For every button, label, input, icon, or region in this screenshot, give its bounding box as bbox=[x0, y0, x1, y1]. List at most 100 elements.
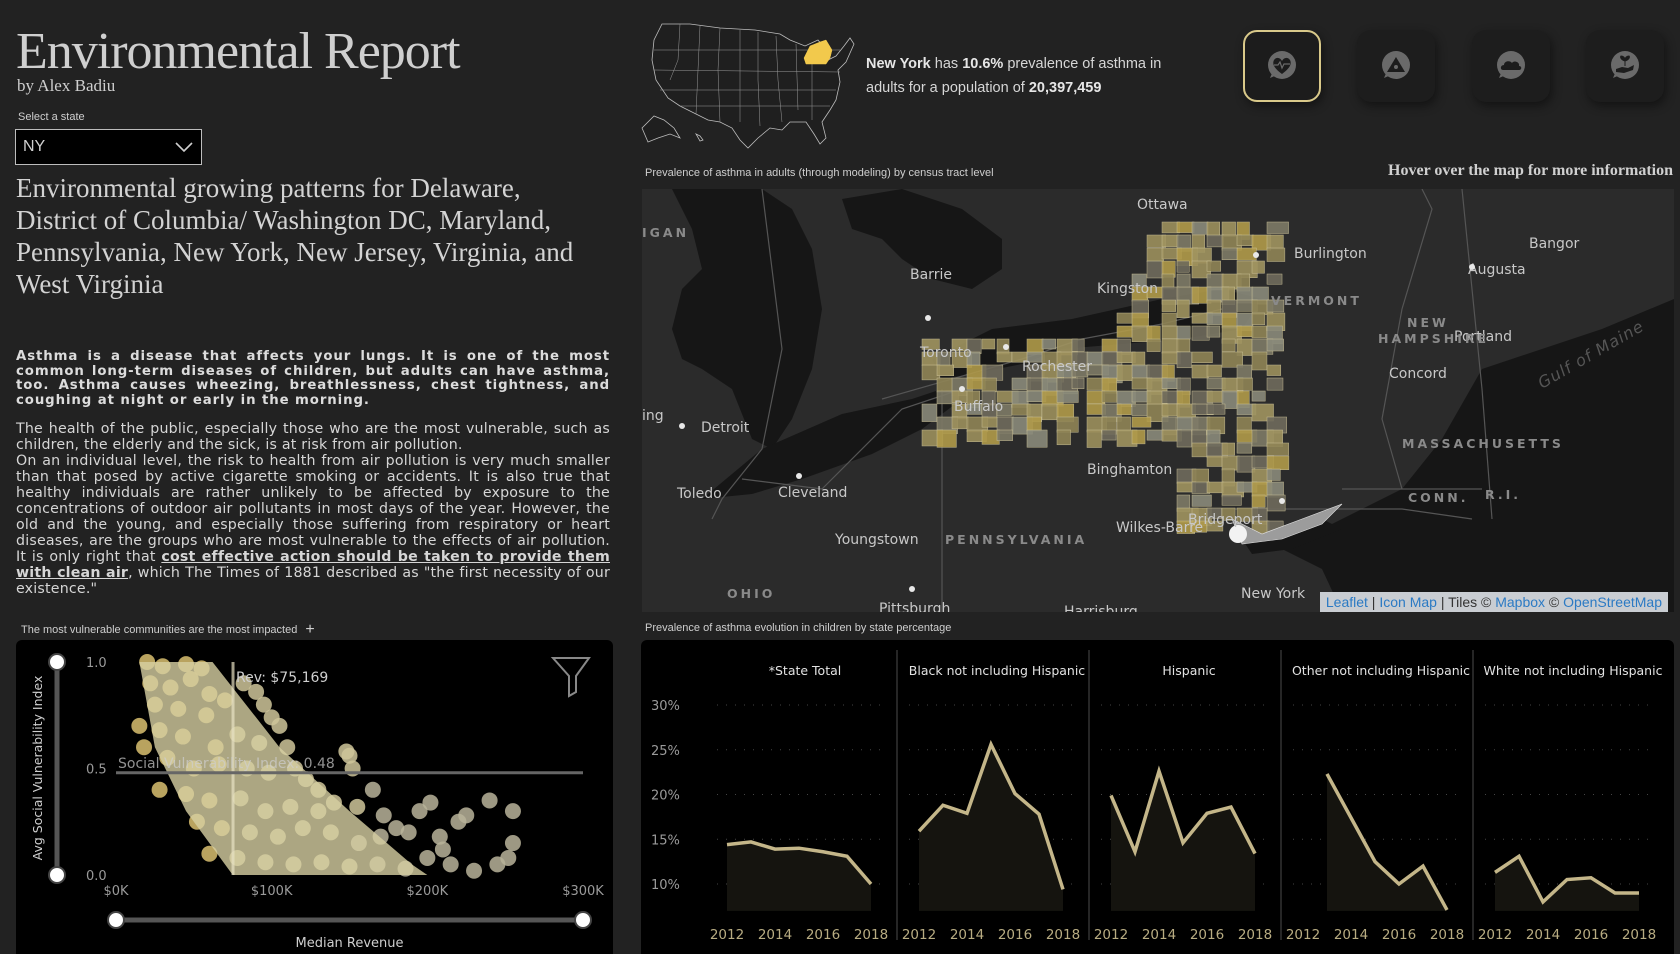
scatter-point[interactable] bbox=[136, 739, 153, 756]
census-tract[interactable] bbox=[1206, 364, 1222, 378]
openstreetmap-link[interactable]: OpenStreetMap bbox=[1563, 594, 1662, 610]
x-range-slider-handle[interactable] bbox=[107, 911, 125, 929]
environment-topic-button[interactable] bbox=[1586, 30, 1664, 102]
scatter-point[interactable] bbox=[458, 807, 475, 824]
census-tract[interactable] bbox=[1251, 351, 1268, 371]
census-tract[interactable] bbox=[1266, 247, 1286, 262]
census-tract[interactable] bbox=[1266, 468, 1281, 481]
census-tract[interactable] bbox=[1161, 234, 1179, 248]
line-chart-panel[interactable]: *State Total 2012 2014 2016 2018 bbox=[710, 663, 888, 943]
plus-icon[interactable]: + bbox=[305, 621, 314, 639]
census-tract[interactable] bbox=[1146, 429, 1164, 441]
small-multiples-line-chart[interactable]: 10% 15% 20% 25% 30% *State Total 2012 2014 2016 2… bbox=[641, 640, 1674, 954]
census-tract[interactable] bbox=[1191, 442, 1207, 458]
census-tract[interactable] bbox=[1116, 364, 1133, 381]
census-tract[interactable] bbox=[1041, 403, 1060, 421]
filter-icon[interactable] bbox=[550, 657, 591, 698]
census-tract[interactable] bbox=[1101, 390, 1118, 403]
census-tract[interactable] bbox=[1236, 364, 1253, 380]
asthma-tract-map[interactable]: Ottawa Bangor Burlington Augusta Barrie Kings… bbox=[642, 189, 1674, 612]
census-tract[interactable] bbox=[1146, 260, 1164, 279]
census-tract[interactable] bbox=[1251, 260, 1265, 274]
census-tract[interactable] bbox=[1266, 442, 1289, 456]
census-tract[interactable] bbox=[1221, 494, 1242, 506]
scatter-point[interactable] bbox=[338, 743, 355, 760]
scatter-point[interactable] bbox=[271, 717, 288, 734]
census-tract[interactable] bbox=[1116, 403, 1132, 416]
census-tract[interactable] bbox=[1236, 325, 1254, 337]
census-tract[interactable] bbox=[1266, 455, 1290, 470]
x-range-slider-handle[interactable] bbox=[574, 911, 592, 929]
census-tract[interactable] bbox=[1146, 338, 1161, 352]
census-tract[interactable] bbox=[1206, 260, 1221, 272]
health-topic-button[interactable] bbox=[1243, 30, 1321, 102]
census-tract[interactable] bbox=[1251, 494, 1266, 508]
line-chart-panel[interactable]: Other not including Hispanic 2012 2014 2016… bbox=[1280, 650, 1470, 943]
census-tract[interactable] bbox=[1206, 455, 1223, 467]
census-tract[interactable] bbox=[1131, 416, 1152, 428]
census-tract[interactable] bbox=[1161, 312, 1177, 327]
census-tract[interactable] bbox=[1161, 273, 1175, 290]
census-tract[interactable] bbox=[1191, 364, 1209, 379]
census-tract[interactable] bbox=[1176, 273, 1191, 289]
line-chart-panel[interactable]: Black not including Hispanic 2012 2014 2016… bbox=[896, 650, 1085, 943]
air-topic-button[interactable] bbox=[1472, 30, 1550, 102]
census-tract[interactable] bbox=[1161, 338, 1180, 354]
scatter-point[interactable] bbox=[504, 803, 521, 820]
census-tract[interactable] bbox=[936, 364, 954, 376]
scatter-point[interactable] bbox=[504, 835, 521, 852]
scatter-point[interactable] bbox=[151, 781, 168, 798]
scatter-point[interactable] bbox=[500, 849, 517, 866]
census-tract[interactable] bbox=[1116, 416, 1131, 432]
census-tract[interactable] bbox=[1176, 325, 1191, 340]
scatter-chart[interactable]: Avg Social Vulnerability Index 0.0 0.5 1.0 R… bbox=[16, 640, 613, 954]
scatter-point[interactable] bbox=[400, 824, 417, 841]
census-tract[interactable] bbox=[1206, 325, 1221, 338]
census-tract[interactable] bbox=[1206, 390, 1224, 403]
census-tract[interactable] bbox=[1026, 416, 1042, 432]
y-range-slider-handle[interactable] bbox=[48, 653, 66, 671]
census-tract[interactable] bbox=[1206, 403, 1226, 415]
scatter-point[interactable] bbox=[422, 794, 439, 811]
census-tract[interactable] bbox=[1266, 273, 1283, 285]
census-tract[interactable] bbox=[996, 351, 1013, 363]
census-tract[interactable] bbox=[1056, 390, 1079, 403]
census-tract[interactable] bbox=[1176, 221, 1195, 233]
census-tract[interactable] bbox=[936, 429, 957, 448]
line-chart-panel[interactable]: Hispanic 2012 2014 2016 2018 bbox=[1088, 650, 1272, 943]
census-tract[interactable] bbox=[1176, 260, 1190, 273]
census-tract[interactable] bbox=[1176, 429, 1192, 448]
scatter-point[interactable] bbox=[419, 849, 436, 866]
census-tract[interactable] bbox=[1116, 312, 1133, 324]
scatter-point[interactable] bbox=[466, 862, 483, 879]
census-tract[interactable] bbox=[1191, 468, 1209, 484]
census-tract[interactable] bbox=[1266, 364, 1282, 376]
census-tract[interactable] bbox=[1236, 377, 1253, 391]
scatter-point[interactable] bbox=[349, 798, 366, 815]
selected-state-ny[interactable] bbox=[803, 39, 833, 65]
census-tract[interactable] bbox=[1251, 325, 1267, 339]
hazard-topic-button[interactable] bbox=[1357, 30, 1435, 102]
census-tract[interactable] bbox=[1266, 338, 1284, 352]
census-tract[interactable] bbox=[1071, 377, 1085, 390]
census-tract[interactable] bbox=[1176, 351, 1192, 369]
scatter-point[interactable] bbox=[364, 781, 381, 798]
census-tract[interactable] bbox=[1191, 494, 1212, 507]
scatter-point[interactable] bbox=[375, 807, 392, 824]
census-tract[interactable] bbox=[1221, 442, 1235, 456]
census-tract[interactable] bbox=[1101, 429, 1117, 441]
census-tract[interactable] bbox=[1101, 338, 1118, 352]
census-tract[interactable] bbox=[1236, 442, 1253, 454]
census-tract[interactable] bbox=[1236, 234, 1254, 246]
census-tract[interactable] bbox=[1266, 377, 1284, 391]
census-tract[interactable] bbox=[1206, 234, 1224, 248]
census-tract[interactable] bbox=[1071, 338, 1085, 352]
census-tract[interactable] bbox=[1191, 351, 1213, 364]
census-tract[interactable] bbox=[1161, 299, 1176, 312]
scatter-point[interactable] bbox=[431, 828, 448, 845]
line-chart-panel[interactable]: White not including Hispanic 2012 2014 2016… bbox=[1472, 650, 1663, 943]
census-tract[interactable] bbox=[1131, 312, 1149, 328]
census-tract[interactable] bbox=[1131, 351, 1146, 367]
census-tract[interactable] bbox=[1056, 429, 1071, 446]
census-tract[interactable] bbox=[1086, 429, 1102, 448]
